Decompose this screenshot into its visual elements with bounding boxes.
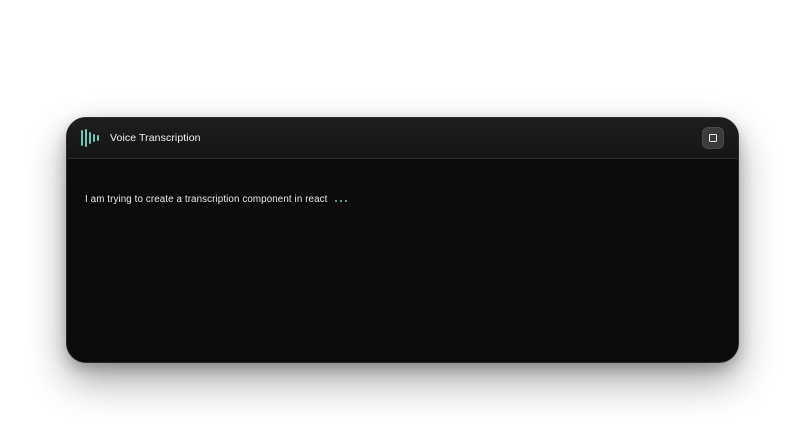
transcript-text: I am trying to create a transcription co… — [85, 194, 328, 205]
stop-icon — [709, 134, 717, 142]
typing-dots-icon — [335, 200, 348, 202]
stop-recording-button[interactable] — [702, 127, 724, 149]
typing-dot — [345, 200, 348, 202]
typing-dot — [340, 200, 343, 202]
panel-header: Voice Transcription — [67, 118, 738, 159]
transcription-panel: Voice Transcription I am trying to creat… — [66, 117, 739, 363]
panel-title: Voice Transcription — [110, 132, 201, 144]
page-canvas: Voice Transcription I am trying to creat… — [0, 0, 806, 436]
audio-waveform-icon — [81, 129, 99, 147]
transcript-area: I am trying to create a transcription co… — [67, 159, 738, 362]
transcript-line: I am trying to create a transcription co… — [85, 194, 348, 205]
typing-dot — [335, 200, 338, 202]
